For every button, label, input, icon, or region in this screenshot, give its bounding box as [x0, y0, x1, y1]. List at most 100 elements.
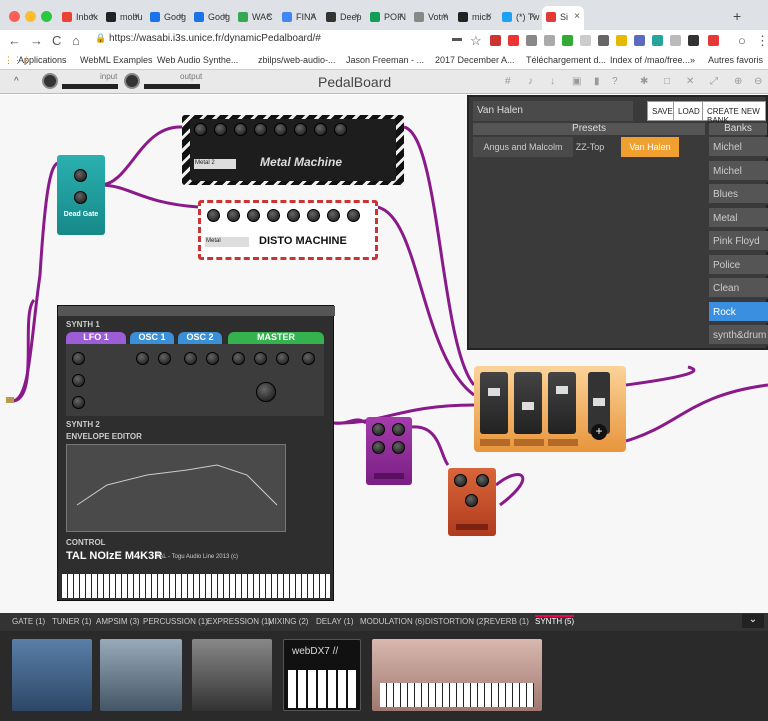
extension-icon[interactable]: [490, 35, 501, 46]
browser-tab[interactable]: FINA ×: [278, 6, 320, 30]
browser-tab[interactable]: Votm ×: [410, 6, 452, 30]
browser-tab[interactable]: micb ×: [454, 6, 496, 30]
knob[interactable]: [136, 352, 149, 365]
reload-icon[interactable]: C: [52, 33, 61, 48]
knob[interactable]: [194, 123, 207, 136]
extension-icon[interactable]: [580, 35, 591, 46]
tab-close-icon[interactable]: ×: [266, 11, 272, 22]
tab-close-icon[interactable]: ×: [354, 11, 360, 22]
tab-close-icon[interactable]: ×: [574, 11, 580, 22]
plugin-thumbnail[interactable]: [192, 639, 272, 711]
knob[interactable]: [276, 352, 289, 365]
bank-item[interactable]: Pink Floyd: [709, 231, 768, 252]
knob[interactable]: [476, 474, 489, 487]
bank-item[interactable]: Blues: [709, 184, 768, 205]
red-effect-pedal[interactable]: [448, 468, 496, 536]
category-tab[interactable]: AMPSIM (3): [96, 617, 140, 626]
input-volume-knob[interactable]: [42, 73, 58, 89]
category-tab[interactable]: TUNER (1): [52, 617, 92, 626]
preset-select[interactable]: Metal: [205, 237, 249, 247]
browser-tab[interactable]: Goog ×: [190, 6, 232, 30]
tab-close-icon[interactable]: ×: [134, 11, 140, 22]
bookmark-item[interactable]: Téléchargement d...: [526, 55, 606, 65]
category-tab[interactable]: DISTORTION (2): [425, 617, 486, 626]
channel-fader[interactable]: [548, 372, 576, 434]
bookmark-item[interactable]: WebML Examples: [80, 55, 153, 65]
tab-close-icon[interactable]: ×: [398, 11, 404, 22]
bookmark-item[interactable]: Applications: [18, 55, 67, 65]
bookmark-item[interactable]: Jason Freeman - ...: [346, 55, 424, 65]
bar-icon[interactable]: ▮: [594, 76, 600, 87]
bookmark-star-icon[interactable]: ☆: [470, 33, 482, 49]
save-icon[interactable]: ▣: [572, 76, 581, 87]
category-tab[interactable]: REVERB (1): [484, 617, 529, 626]
plugin-thumbnail[interactable]: webDX7 //: [283, 639, 361, 711]
bank-item[interactable]: Clean: [709, 278, 768, 299]
knob[interactable]: [267, 209, 280, 222]
mixer-pedal[interactable]: +: [474, 366, 626, 452]
create-bank-button[interactable]: CREATE NEW BANK: [702, 101, 766, 125]
knob[interactable]: [392, 441, 405, 454]
envelope-editor[interactable]: [66, 444, 286, 532]
bank-item[interactable]: Metal: [709, 207, 768, 229]
purple-effect-pedal[interactable]: [366, 417, 412, 485]
new-tab-button[interactable]: +: [733, 8, 741, 24]
knob[interactable]: [206, 352, 219, 365]
url-input[interactable]: 🔒 https://wasabi.i3s.unice.fr/dynamicPeda…: [95, 33, 435, 49]
preset-item-selected[interactable]: Van Halen: [621, 137, 679, 157]
knob[interactable]: [214, 123, 227, 136]
cable[interactable]: [625, 365, 696, 387]
cable[interactable]: [411, 425, 450, 466]
extension-icon[interactable]: [544, 35, 555, 46]
bank-item[interactable]: Rock: [709, 301, 768, 323]
minimize-window-button[interactable]: [25, 11, 36, 22]
knob[interactable]: [372, 441, 385, 454]
browser-tab[interactable]: mobu ×: [102, 6, 144, 30]
knob[interactable]: [274, 123, 287, 136]
cable[interactable]: [11, 161, 59, 403]
bookmark-item[interactable]: 2017 December A...: [435, 55, 515, 65]
back-icon[interactable]: ←: [8, 33, 21, 48]
extension-icon[interactable]: [616, 35, 627, 46]
knob[interactable]: [372, 423, 385, 436]
maximize-window-button[interactable]: [41, 11, 52, 22]
knob[interactable]: [232, 352, 245, 365]
plugin-thumbnail[interactable]: [372, 639, 542, 711]
extension-icon[interactable]: [688, 35, 699, 46]
category-tab[interactable]: MIXING (2): [268, 617, 308, 626]
close-icon[interactable]: ✕: [686, 76, 694, 87]
bookmark-item[interactable]: Web Audio Synthe...: [157, 55, 238, 65]
cable[interactable]: [495, 473, 525, 507]
browser-tab[interactable]: Goog ×: [146, 6, 188, 30]
category-tab[interactable]: DELAY (1): [316, 617, 354, 626]
piano-keyboard[interactable]: [62, 574, 330, 598]
forward-icon[interactable]: →: [30, 33, 43, 48]
knob[interactable]: [72, 352, 85, 365]
knob[interactable]: [234, 123, 247, 136]
download-icon[interactable]: ↓: [550, 76, 555, 87]
channel-fader[interactable]: [480, 372, 508, 434]
knob[interactable]: [254, 123, 267, 136]
tab-close-icon[interactable]: ×: [310, 11, 316, 22]
category-tab[interactable]: GATE (1): [12, 617, 45, 626]
bank-item[interactable]: Michel: [709, 137, 768, 158]
knob[interactable]: [392, 423, 405, 436]
category-tab[interactable]: PERCUSSION (1): [143, 617, 208, 626]
knob[interactable]: [256, 382, 276, 402]
key-icon[interactable]: ▬: [452, 33, 462, 44]
load-button[interactable]: LOAD: [673, 101, 705, 121]
plugin-thumbnail[interactable]: [12, 639, 92, 711]
knob[interactable]: [307, 209, 320, 222]
extension-icon[interactable]: [634, 35, 645, 46]
zoom-out-icon[interactable]: ⊖: [754, 76, 762, 87]
preset-select[interactable]: Metal 2: [194, 159, 236, 169]
fullscreen-icon[interactable]: ⤢: [710, 76, 718, 87]
tab-close-icon[interactable]: ×: [530, 11, 536, 22]
plugin-thumbnail[interactable]: [100, 639, 182, 711]
bank-item[interactable]: Police: [709, 254, 768, 276]
gate-threshold-knob[interactable]: [74, 169, 87, 182]
puzzle-icon[interactable]: ✱: [640, 76, 648, 87]
bookmark-item[interactable]: Index of /mao/free...: [610, 55, 690, 65]
profile-icon[interactable]: ○: [738, 33, 746, 48]
knob[interactable]: [465, 494, 478, 507]
